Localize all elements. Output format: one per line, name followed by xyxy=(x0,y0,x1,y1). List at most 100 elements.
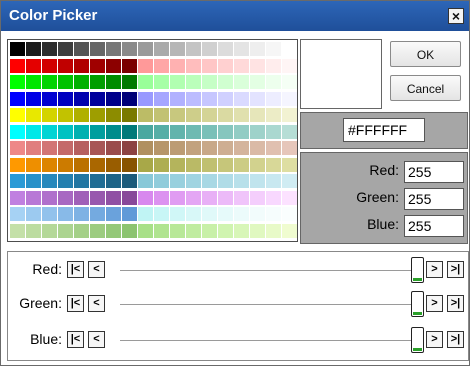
palette-swatch[interactable] xyxy=(202,190,217,205)
palette-swatch[interactable] xyxy=(154,42,169,56)
palette-swatch[interactable] xyxy=(234,108,249,122)
palette-swatch[interactable] xyxy=(154,174,169,188)
palette-swatch[interactable] xyxy=(170,190,185,205)
cancel-button[interactable]: Cancel xyxy=(390,75,461,101)
palette-swatch[interactable] xyxy=(10,75,25,89)
palette-swatch[interactable] xyxy=(170,157,185,172)
palette-swatch[interactable] xyxy=(26,124,41,139)
palette-swatch[interactable] xyxy=(202,124,217,139)
red-prev-button[interactable]: < xyxy=(88,261,105,278)
palette-swatch[interactable] xyxy=(10,207,25,221)
palette-swatch[interactable] xyxy=(58,42,73,56)
palette-swatch[interactable] xyxy=(250,42,265,56)
red-input[interactable]: 255 xyxy=(404,161,464,183)
palette-swatch[interactable] xyxy=(170,91,185,106)
palette-swatch[interactable] xyxy=(74,157,89,172)
palette-swatch[interactable] xyxy=(202,174,217,188)
palette-swatch[interactable] xyxy=(122,91,137,106)
palette-swatch[interactable] xyxy=(122,223,137,238)
palette-swatch[interactable] xyxy=(90,58,105,73)
palette-swatch[interactable] xyxy=(90,108,105,122)
palette-swatch[interactable] xyxy=(154,58,169,73)
palette-swatch[interactable] xyxy=(58,141,73,155)
palette-swatch[interactable] xyxy=(154,124,169,139)
green-next-button[interactable]: > xyxy=(426,295,443,312)
palette-swatch[interactable] xyxy=(234,190,249,205)
palette-swatch[interactable] xyxy=(26,207,41,221)
palette-swatch[interactable] xyxy=(10,157,25,172)
palette-swatch[interactable] xyxy=(10,58,25,73)
palette-swatch[interactable] xyxy=(266,91,281,106)
palette-swatch[interactable] xyxy=(282,141,297,155)
palette-swatch[interactable] xyxy=(266,58,281,73)
palette-swatch[interactable] xyxy=(218,174,233,188)
palette-swatch[interactable] xyxy=(10,108,25,122)
green-prev-button[interactable]: < xyxy=(88,295,105,312)
palette-swatch[interactable] xyxy=(58,91,73,106)
palette-swatch[interactable] xyxy=(42,91,57,106)
palette-swatch[interactable] xyxy=(234,157,249,172)
red-next-button[interactable]: > xyxy=(426,261,443,278)
palette-swatch[interactable] xyxy=(42,157,57,172)
palette-swatch[interactable] xyxy=(58,108,73,122)
palette-swatch[interactable] xyxy=(250,91,265,106)
palette-swatch[interactable] xyxy=(74,223,89,238)
palette-swatch[interactable] xyxy=(282,207,297,221)
palette-swatch[interactable] xyxy=(234,141,249,155)
palette-swatch[interactable] xyxy=(218,190,233,205)
palette-swatch[interactable] xyxy=(90,75,105,89)
palette-swatch[interactable] xyxy=(266,223,281,238)
palette-swatch[interactable] xyxy=(250,108,265,122)
palette-swatch[interactable] xyxy=(138,75,153,89)
palette-swatch[interactable] xyxy=(42,108,57,122)
palette-swatch[interactable] xyxy=(266,75,281,89)
blue-slider-track[interactable] xyxy=(120,340,421,341)
green-last-button[interactable]: >| xyxy=(447,295,464,312)
palette-swatch[interactable] xyxy=(106,141,121,155)
palette-swatch[interactable] xyxy=(74,190,89,205)
palette-swatch[interactable] xyxy=(250,223,265,238)
palette-swatch[interactable] xyxy=(202,91,217,106)
palette-swatch[interactable] xyxy=(250,157,265,172)
palette-swatch[interactable] xyxy=(106,108,121,122)
palette-swatch[interactable] xyxy=(26,75,41,89)
palette-swatch[interactable] xyxy=(250,124,265,139)
palette-swatch[interactable] xyxy=(154,141,169,155)
palette-swatch[interactable] xyxy=(186,207,201,221)
palette-swatch[interactable] xyxy=(186,108,201,122)
palette-swatch[interactable] xyxy=(74,58,89,73)
palette-swatch[interactable] xyxy=(202,141,217,155)
palette-swatch[interactable] xyxy=(202,223,217,238)
palette-swatch[interactable] xyxy=(170,58,185,73)
green-input[interactable]: 255 xyxy=(404,188,464,210)
palette-swatch[interactable] xyxy=(282,75,297,89)
palette-swatch[interactable] xyxy=(154,190,169,205)
palette-swatch[interactable] xyxy=(26,141,41,155)
palette-swatch[interactable] xyxy=(170,108,185,122)
palette-swatch[interactable] xyxy=(122,124,137,139)
palette-swatch[interactable] xyxy=(186,91,201,106)
palette-swatch[interactable] xyxy=(42,190,57,205)
palette-swatch[interactable] xyxy=(90,190,105,205)
palette-swatch[interactable] xyxy=(26,157,41,172)
palette-swatch[interactable] xyxy=(250,207,265,221)
palette-swatch[interactable] xyxy=(218,108,233,122)
palette-swatch[interactable] xyxy=(26,42,41,56)
palette-swatch[interactable] xyxy=(90,223,105,238)
palette-swatch[interactable] xyxy=(234,58,249,73)
palette-swatch[interactable] xyxy=(282,42,297,56)
palette-swatch[interactable] xyxy=(122,174,137,188)
palette-swatch[interactable] xyxy=(282,174,297,188)
palette-swatch[interactable] xyxy=(234,223,249,238)
blue-input[interactable]: 255 xyxy=(404,215,464,237)
palette-swatch[interactable] xyxy=(106,91,121,106)
palette-swatch[interactable] xyxy=(58,75,73,89)
palette-swatch[interactable] xyxy=(202,75,217,89)
palette-swatch[interactable] xyxy=(10,124,25,139)
red-first-button[interactable]: |< xyxy=(67,261,84,278)
palette-swatch[interactable] xyxy=(26,108,41,122)
ok-button[interactable]: OK xyxy=(390,41,461,67)
palette-swatch[interactable] xyxy=(42,75,57,89)
palette-swatch[interactable] xyxy=(218,124,233,139)
palette-swatch[interactable] xyxy=(74,75,89,89)
